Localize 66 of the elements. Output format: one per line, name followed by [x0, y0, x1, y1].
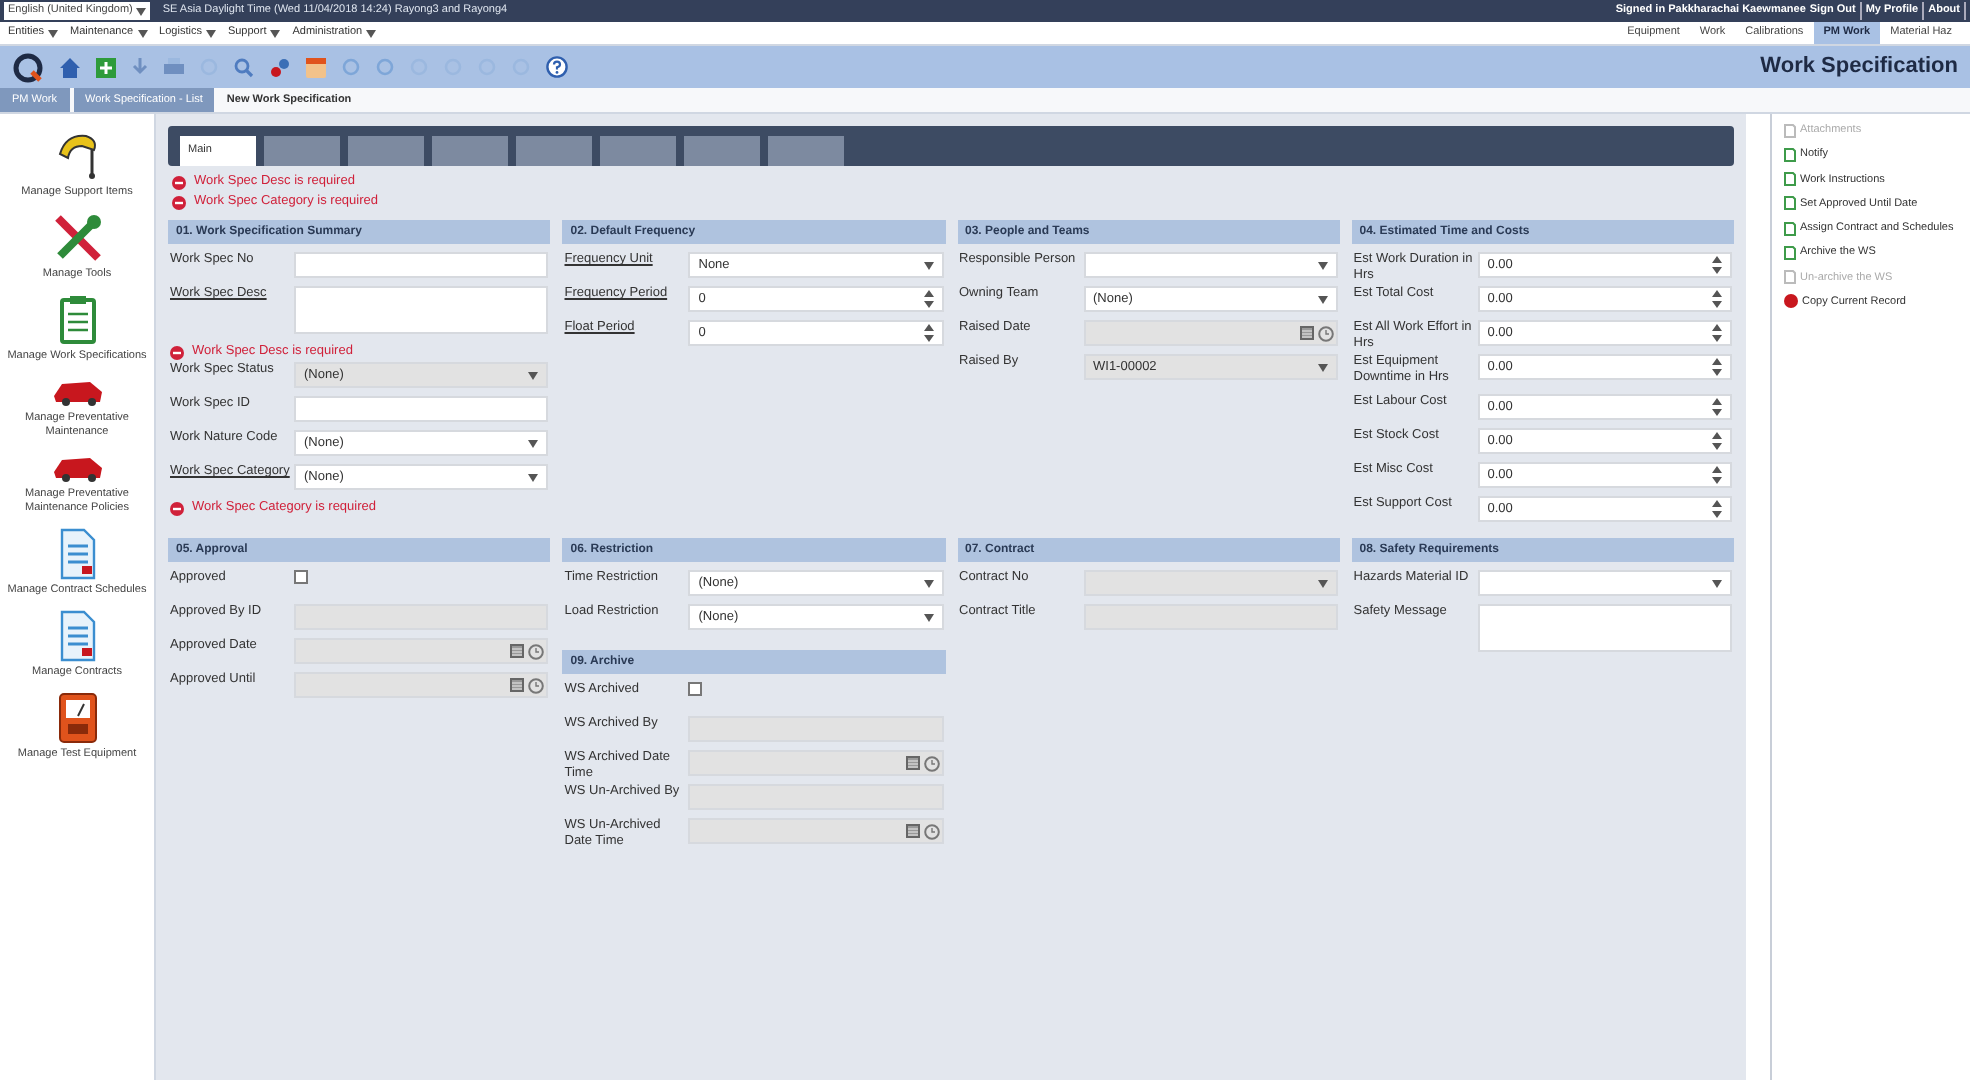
car-icon — [51, 452, 103, 484]
page-title: Work Specification — [1760, 52, 1958, 83]
car-icon — [51, 376, 103, 408]
spinner-arrows-icon — [1712, 324, 1722, 342]
caret-icon — [137, 29, 148, 37]
download-icon[interactable] — [132, 57, 148, 77]
circle-icon[interactable] — [342, 58, 360, 76]
stop-icon — [1784, 294, 1798, 309]
clipboard-icon — [57, 294, 97, 346]
spinner-arrows-icon — [1712, 358, 1722, 376]
caret-icon — [1317, 579, 1328, 587]
form-tab[interactable] — [516, 136, 592, 166]
document-icon — [57, 528, 97, 580]
dropdown[interactable] — [1083, 252, 1338, 278]
spinner-arrows-icon — [1712, 256, 1722, 274]
checkbox[interactable] — [294, 570, 308, 584]
spinner-arrows-icon — [1712, 500, 1722, 518]
calendar-icon[interactable] — [306, 57, 326, 77]
circle-icon[interactable] — [376, 58, 394, 76]
caret-icon — [1317, 261, 1328, 269]
form-tab[interactable] — [348, 136, 424, 166]
caret-icon — [136, 7, 147, 15]
caret-icon — [923, 261, 933, 269]
error-icon — [170, 501, 184, 515]
form-tab[interactable] — [684, 136, 760, 166]
wrench-screwdriver-icon — [51, 212, 103, 264]
error-icon — [170, 345, 184, 359]
test-meter-icon — [57, 692, 97, 744]
search-icon[interactable] — [234, 57, 254, 77]
text-area[interactable] — [294, 286, 549, 334]
brush-tool-icon — [53, 130, 101, 182]
input-field[interactable] — [294, 252, 549, 278]
spinner-arrows-icon — [923, 290, 933, 308]
spinner-arrows-icon — [1712, 432, 1722, 450]
caret-icon — [1317, 363, 1328, 371]
caret-icon — [48, 29, 59, 37]
form-tab[interactable] — [432, 136, 508, 166]
text-area[interactable] — [1477, 604, 1732, 652]
caret-icon — [528, 439, 539, 447]
spinner-arrows-icon — [923, 324, 933, 342]
input-field[interactable] — [294, 396, 549, 422]
spinner-arrows-icon — [1712, 398, 1722, 416]
spinner-arrows-icon — [1712, 290, 1722, 308]
app-logo-icon[interactable] — [12, 51, 44, 83]
error-icon — [172, 195, 186, 209]
document-icon — [57, 610, 97, 662]
caret-icon — [1317, 295, 1328, 303]
caret-icon — [366, 29, 377, 37]
caret-icon — [205, 29, 216, 37]
add-icon[interactable] — [96, 57, 116, 77]
help-icon[interactable] — [546, 56, 568, 78]
form-tab[interactable] — [768, 136, 844, 166]
caret-icon — [528, 371, 539, 379]
form-tab[interactable] — [600, 136, 676, 166]
spinner-arrows-icon — [1712, 466, 1722, 484]
dropdown[interactable] — [1477, 570, 1732, 596]
caret-icon — [270, 29, 281, 37]
error-icon — [172, 175, 186, 189]
caret-icon — [528, 473, 539, 481]
checkbox[interactable] — [688, 682, 703, 696]
caret-icon — [1712, 579, 1722, 587]
printer-icon[interactable] — [164, 58, 184, 76]
caret-icon — [923, 613, 933, 621]
home-icon[interactable] — [60, 57, 80, 77]
caret-icon — [923, 579, 933, 587]
form-tab[interactable] — [264, 136, 340, 166]
